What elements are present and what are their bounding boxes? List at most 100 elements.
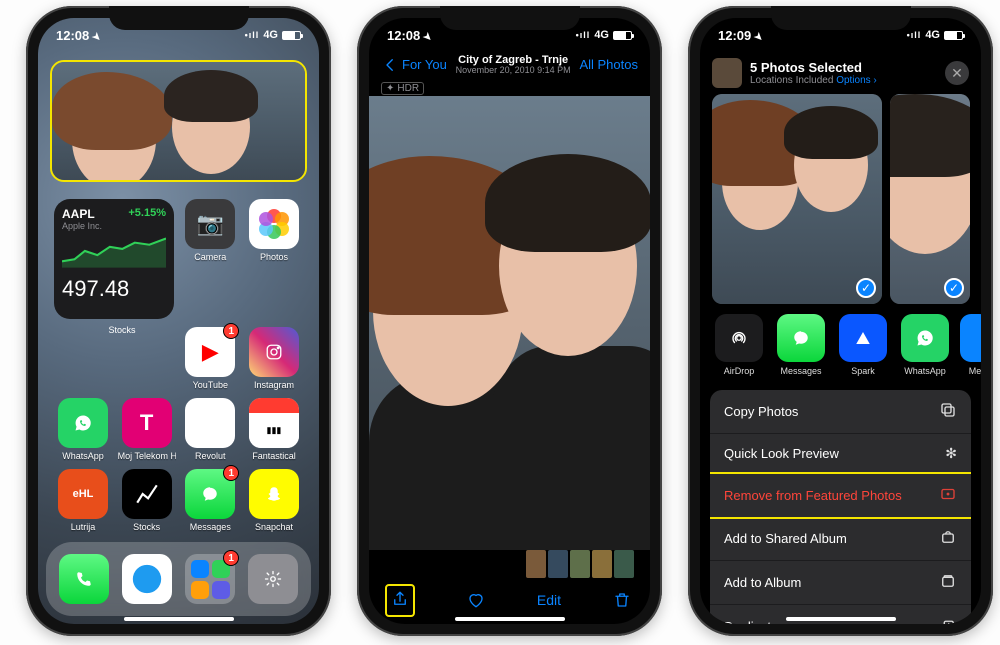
album-icon xyxy=(939,572,957,593)
youtube-badge: 1 xyxy=(223,323,239,339)
close-icon: ✕ xyxy=(951,65,963,82)
snapchat-icon xyxy=(265,485,283,503)
applib-badge: 1 xyxy=(223,550,239,566)
duplicate-icon xyxy=(939,616,957,624)
share-whatsapp[interactable]: WhatsApp xyxy=(898,314,952,376)
messages-icon xyxy=(201,485,219,503)
signal-icon: •ıll xyxy=(245,30,260,40)
heart-icon xyxy=(467,591,485,609)
battery-icon xyxy=(282,31,301,40)
network-label: 4G xyxy=(925,29,940,41)
battery-icon xyxy=(944,31,963,40)
chevron-left-icon xyxy=(381,56,399,74)
action-duplicate[interactable]: Duplicate xyxy=(710,605,971,624)
dock-settings[interactable] xyxy=(248,554,298,604)
lutrija-icon: eHL xyxy=(73,488,94,500)
phone-2-photo-detail: 12:08➤ •ıll4G For You City of Zagreb - T… xyxy=(357,6,662,636)
atom-icon: ✻ xyxy=(945,445,957,462)
app-youtube[interactable]: ▶1YouTube xyxy=(181,327,239,390)
app-mojtelekom[interactable]: TMoj Telekom HR xyxy=(118,398,176,461)
selected-thumb-2: ✓ xyxy=(890,94,970,304)
app-messages[interactable]: 1Messages xyxy=(181,469,239,532)
gear-icon xyxy=(264,570,282,588)
action-remove-featured[interactable]: Remove from Featured Photos xyxy=(710,472,971,519)
app-stocks[interactable]: Stocks xyxy=(118,469,176,532)
action-copy-photos[interactable]: Copy Photos xyxy=(710,390,971,434)
selected-photos-strip[interactable]: ✓ ✓ xyxy=(700,94,981,304)
sheet-title: 5 Photos Selected xyxy=(750,60,877,75)
photos-flower-icon xyxy=(259,209,289,239)
stocks-icon xyxy=(134,481,160,507)
stocks-widget[interactable]: AAPL+5.15% Apple Inc. 497.48 Stocks xyxy=(54,199,174,319)
stock-spark-icon xyxy=(62,235,166,269)
app-instagram[interactable]: Instagram xyxy=(245,327,303,390)
location-icon: ➤ xyxy=(90,30,104,44)
whatsapp-icon xyxy=(74,414,92,432)
copy-icon xyxy=(939,401,957,422)
photo-toolbar: Edit xyxy=(369,580,650,620)
safari-icon xyxy=(130,562,164,596)
share-airdrop[interactable]: AirDrop xyxy=(712,314,766,376)
location-icon: ➤ xyxy=(421,30,435,44)
like-button[interactable] xyxy=(464,588,488,612)
app-revolut[interactable]: RRevolut xyxy=(181,398,239,461)
delete-button[interactable] xyxy=(610,588,634,612)
share-messages[interactable]: Messages xyxy=(774,314,828,376)
photos-widget[interactable] xyxy=(50,60,307,182)
share-targets: AirDrop Messages Spark WhatsApp Me xyxy=(700,304,981,382)
nav-title: City of Zagreb - Trnje November 20, 2010… xyxy=(456,54,571,76)
network-label: 4G xyxy=(263,29,278,41)
action-add-shared-album[interactable]: Add to Shared Album xyxy=(710,517,971,561)
app-snapchat[interactable]: Snapchat xyxy=(245,469,303,532)
check-icon: ✓ xyxy=(856,278,876,298)
share-actions-list: Copy Photos Quick Look Preview✻ Remove f… xyxy=(710,390,971,624)
hdr-badge: ✦HDR xyxy=(381,82,424,95)
share-more[interactable]: Me xyxy=(960,314,981,376)
photo-viewer[interactable] xyxy=(369,96,650,550)
options-link[interactable]: Options › xyxy=(836,75,877,86)
check-icon: ✓ xyxy=(944,278,964,298)
close-button[interactable]: ✕ xyxy=(945,61,969,85)
airdrop-icon xyxy=(730,329,748,347)
telekom-icon: T xyxy=(140,410,153,436)
dock-safari[interactable] xyxy=(122,554,172,604)
revolut-icon: R xyxy=(202,410,218,436)
app-photos[interactable]: Photos xyxy=(245,199,303,319)
share-button[interactable] xyxy=(385,584,415,617)
clock: 12:08➤ xyxy=(387,28,432,43)
camera-icon: 📷 xyxy=(197,211,224,237)
thumbnail-strip[interactable] xyxy=(526,550,634,578)
header-thumb xyxy=(712,58,742,88)
app-camera[interactable]: 📷Camera xyxy=(181,199,239,319)
whatsapp-icon xyxy=(916,329,934,347)
featured-icon xyxy=(939,485,957,506)
instagram-icon xyxy=(265,343,283,361)
location-icon: ➤ xyxy=(752,30,766,44)
messages-icon xyxy=(792,329,810,347)
all-photos-link[interactable]: All Photos xyxy=(579,57,638,72)
spark-icon xyxy=(854,329,872,347)
phone-1-home: 12:08➤ •ıll 4G Photos AAPL+5.15% Apple I… xyxy=(26,6,331,636)
dock-phone[interactable] xyxy=(59,554,109,604)
dock-app-library[interactable]: 1 xyxy=(185,554,235,604)
battery-icon xyxy=(613,31,632,40)
app-fantastical[interactable]: ▮▮▮Fantastical xyxy=(245,398,303,461)
selected-thumb-1: ✓ xyxy=(712,94,882,304)
phone-icon xyxy=(75,570,93,588)
action-quick-look[interactable]: Quick Look Preview✻ xyxy=(710,434,971,474)
clock: 12:09➤ xyxy=(718,28,763,43)
share-spark[interactable]: Spark xyxy=(836,314,890,376)
signal-icon: •ıll xyxy=(907,30,922,40)
signal-icon: •ıll xyxy=(576,30,591,40)
dock: 1 xyxy=(46,542,311,616)
edit-button[interactable]: Edit xyxy=(537,592,561,608)
clock: 12:08➤ xyxy=(56,28,101,43)
sheet-header: 5 Photos Selected Locations Included Opt… xyxy=(700,52,981,94)
action-add-album[interactable]: Add to Album xyxy=(710,561,971,605)
app-whatsapp[interactable]: WhatsApp xyxy=(54,398,112,461)
app-lutrija[interactable]: eHLLutrija xyxy=(54,469,112,532)
trash-icon xyxy=(613,591,631,609)
back-button[interactable]: For You xyxy=(381,56,447,74)
network-label: 4G xyxy=(594,29,609,41)
share-icon xyxy=(391,590,409,608)
